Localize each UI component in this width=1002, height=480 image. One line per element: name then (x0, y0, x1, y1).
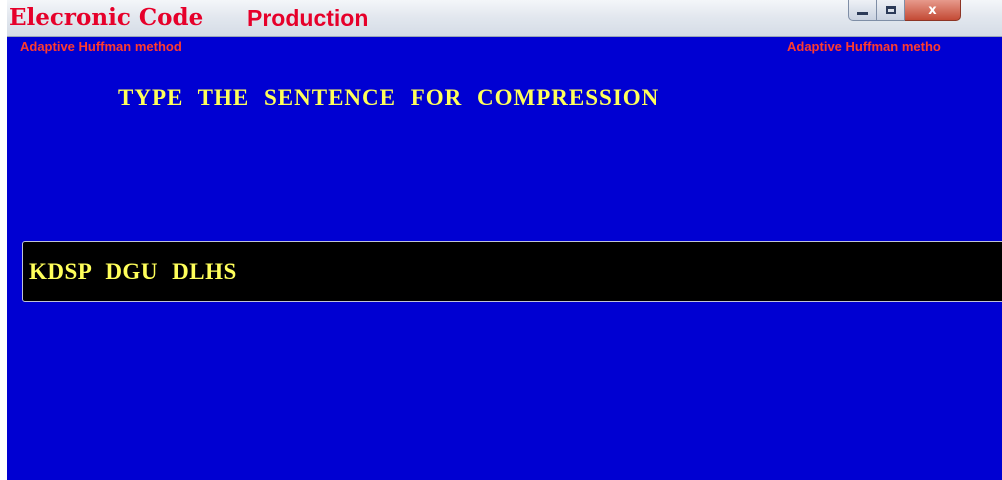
method-label-right: Adaptive Huffman metho (787, 39, 941, 54)
title-bar[interactable]: Elecronic Code Production x (7, 0, 1002, 37)
sentence-input-value: KDSP DGU DLHS (29, 259, 237, 284)
minimize-icon (857, 11, 868, 15)
close-icon: x (928, 2, 937, 18)
maximize-icon (885, 6, 896, 14)
sentence-input[interactable]: KDSP DGU DLHS (22, 241, 1002, 302)
app-window: Elecronic Code Production x Adaptive Huf… (7, 0, 1002, 480)
minimize-button[interactable] (848, 0, 877, 21)
prompt-heading: TYPE THE SENTENCE FOR COMPRESSION (118, 85, 660, 110)
window-title: Elecronic Code (9, 4, 204, 31)
method-label-left: Adaptive Huffman method (20, 39, 182, 54)
close-button[interactable]: x (905, 0, 961, 21)
window-title-suffix: Production (247, 5, 369, 31)
maximize-button[interactable] (877, 0, 905, 21)
